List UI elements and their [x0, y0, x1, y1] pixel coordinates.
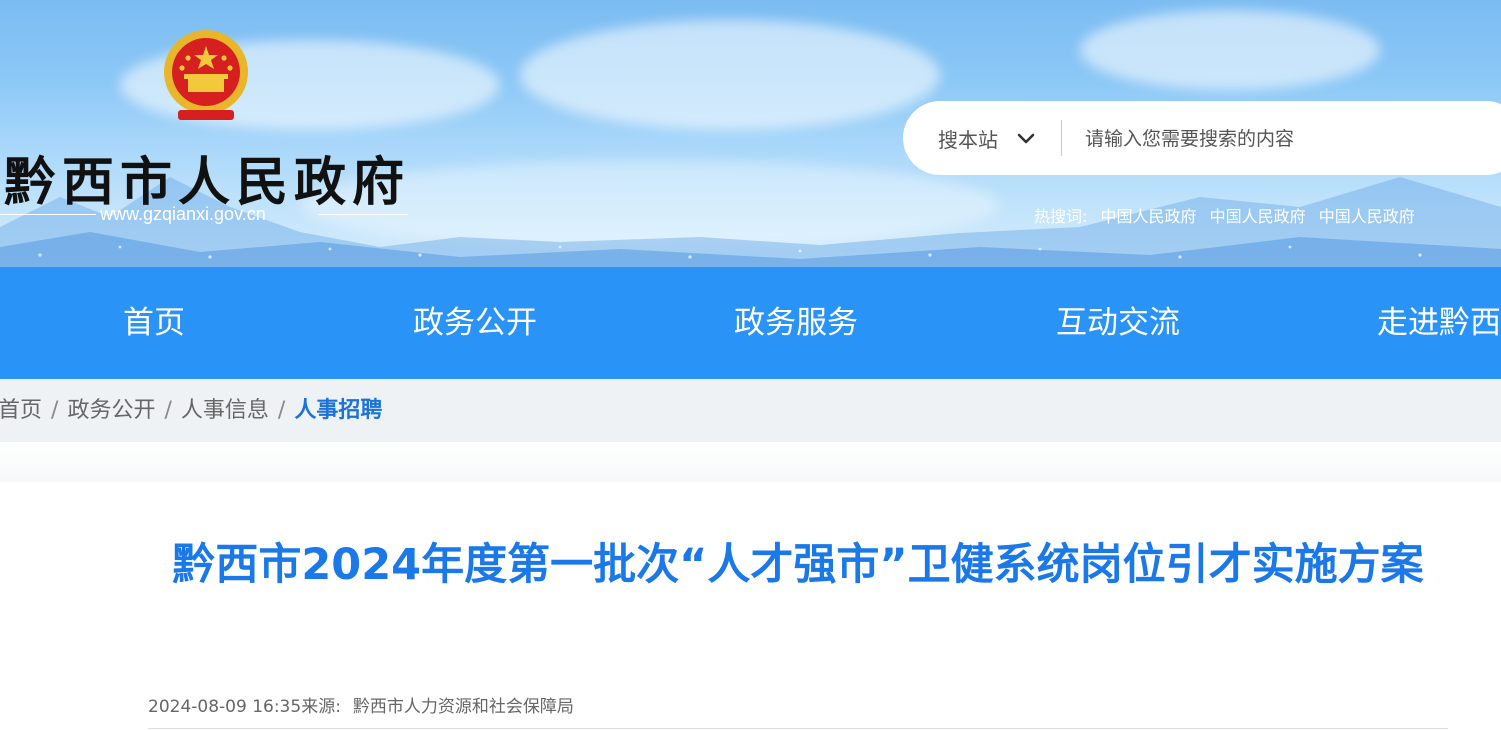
breadcrumb-separator: /: [277, 398, 286, 423]
chevron-down-icon: [1017, 133, 1035, 144]
breadcrumb-current[interactable]: 人事招聘: [294, 398, 382, 423]
meta-divider: [148, 728, 1448, 729]
hot-word-link[interactable]: 中国人民政府: [1210, 207, 1306, 226]
hot-search-words: 热搜词: 中国人民政府 中国人民政府 中国人民政府: [1034, 203, 1415, 227]
breadcrumb-separator: /: [51, 398, 59, 423]
search-box: 搜本站: [903, 101, 1501, 175]
source-label: 来源:: [301, 697, 341, 717]
content-top-shade: [0, 442, 1501, 482]
header-banner: 黔西市人民政府 www.gzqianxi.gov.cn 搜本站 热搜词: 中国人…: [0, 0, 1501, 267]
breadcrumb: 首页 / 政务公开 / 人事信息 / 人事招聘: [0, 379, 1501, 442]
hot-words-label: 热搜词:: [1034, 207, 1088, 226]
article-meta: 2024-08-09 16:35来源: 黔西市人力资源和社会保障局: [148, 692, 574, 717]
breadcrumb-gov-affairs-open[interactable]: 政务公开: [67, 398, 155, 423]
hot-word-link[interactable]: 中国人民政府: [1319, 207, 1415, 226]
cloud-decoration: [520, 20, 940, 130]
nav-item-interaction[interactable]: 互动交流: [1056, 267, 1180, 379]
url-line-left: [0, 214, 96, 215]
article-source: 黔西市人力资源和社会保障局: [352, 697, 574, 717]
hot-word-link[interactable]: 中国人民政府: [1101, 207, 1197, 226]
url-line-right: [318, 214, 408, 215]
nav-item-gov-services[interactable]: 政务服务: [734, 267, 858, 379]
publish-datetime: 2024-08-09 16:35: [148, 697, 302, 717]
cloud-decoration: [1080, 10, 1380, 90]
search-scope-label: 搜本站: [938, 127, 998, 152]
main-nav: 首页 政务公开 政务服务 互动交流 走进黔西: [0, 267, 1501, 379]
search-scope-dropdown[interactable]: 搜本站: [938, 101, 1038, 175]
search-input[interactable]: [1083, 119, 1487, 159]
article-title: 黔西市2024年度第一批次“人才强市”卫健系统岗位引才实施方案: [172, 540, 1424, 590]
nav-item-gov-affairs-open[interactable]: 政务公开: [413, 267, 537, 379]
breadcrumb-personnel-info[interactable]: 人事信息: [181, 398, 269, 423]
national-emblem-icon: [164, 30, 248, 120]
nav-item-about-qianxi[interactable]: 走进黔西: [1377, 267, 1501, 379]
breadcrumb-home[interactable]: 首页: [0, 398, 42, 423]
site-url-text: www.gzqianxi.gov.cn: [100, 204, 266, 224]
search-divider: [1061, 120, 1062, 156]
site-url: www.gzqianxi.gov.cn: [0, 202, 410, 226]
nav-item-home[interactable]: 首页: [123, 267, 185, 379]
breadcrumb-separator: /: [164, 398, 172, 423]
